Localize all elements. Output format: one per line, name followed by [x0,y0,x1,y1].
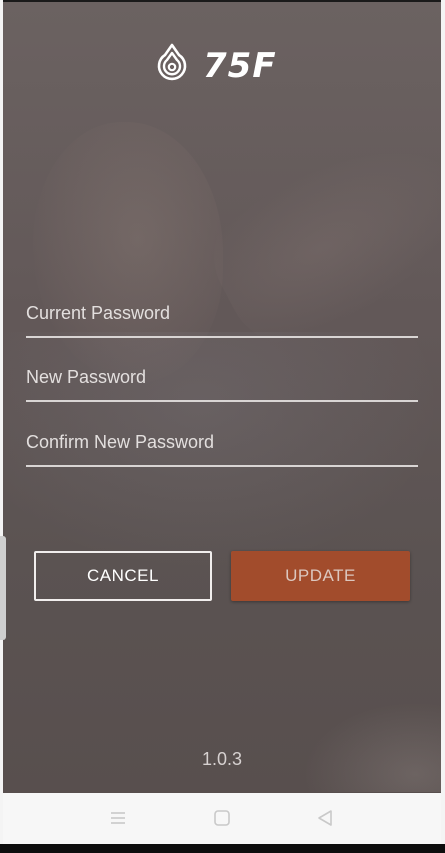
screen: 75F CANCEL UPDATE 1.0.3 [0,0,445,853]
menu-lines-icon[interactable] [105,806,131,830]
confirm-password-input[interactable] [26,427,418,457]
cancel-button-label: CANCEL [87,566,159,585]
right-edge [441,0,445,844]
app-logo: 75F [149,42,277,90]
current-password-field[interactable] [26,292,418,338]
confirm-password-field[interactable] [26,421,418,467]
system-navigation-bar [3,793,441,844]
update-button-label: UPDATE [285,566,356,585]
new-password-input[interactable] [26,362,418,392]
logo-text: 75F [203,46,277,86]
new-password-field[interactable] [26,356,418,402]
side-edge-tab[interactable] [0,536,6,640]
bottom-strip [0,844,445,853]
square-home-icon[interactable] [209,806,235,830]
change-password-screen: 75F CANCEL UPDATE 1.0.3 [3,2,441,793]
app-version: 1.0.3 [201,749,243,769]
triangle-back-icon[interactable] [312,806,338,830]
background-photo-face [33,122,223,382]
75f-drop-logo-icon [149,41,195,92]
background-photo-highlight [303,702,441,792]
update-button[interactable]: UPDATE [231,551,410,601]
cancel-button[interactable]: CANCEL [34,551,212,601]
current-password-input[interactable] [26,298,418,328]
